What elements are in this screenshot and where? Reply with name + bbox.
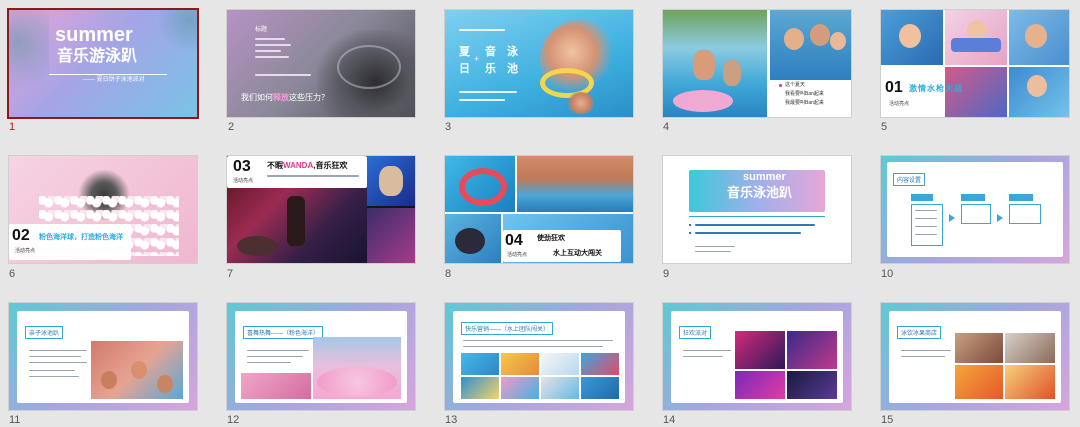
slide-3-char-2: 音: [485, 46, 496, 58]
slide-thumbnail-2[interactable]: 标题 我们如何释放这些压力？: [227, 10, 415, 117]
slide-1-subtitle: 音乐游泳趴: [57, 48, 138, 65]
slide-thumbnail-9[interactable]: summer 音乐泳池趴: [663, 156, 851, 263]
slide-4-photo-right: [770, 10, 851, 80]
slide-7-sub: 活动亮点: [233, 178, 254, 184]
slide-3-char-1: 夏: [459, 46, 470, 58]
slide-number-9: 9: [663, 268, 670, 280]
slide-8-title: 使劲狂欢: [537, 235, 565, 242]
slide-sorter: summer 音乐游泳趴 —— 夏日饼子泳池派对 1 标题 我们如何释放这些压力…: [0, 0, 1080, 427]
slide-thumbnail-5[interactable]: 01 激情水枪大战 活动亮点: [881, 10, 1069, 117]
slide-3-char-4: 日: [459, 63, 470, 75]
slide-5-title: 激情水枪大战: [909, 84, 963, 93]
slide-7-index: 03: [233, 158, 251, 175]
slide-7-title-suffix: ,音乐狂欢: [313, 161, 348, 170]
slide-2-question-highlight: 释放: [273, 93, 289, 102]
slide-thumbnail-6[interactable]: 02 粉色海洋球，打造粉色海洋 活动亮点: [9, 156, 197, 263]
slide-number-8: 8: [445, 268, 452, 280]
slide-thumbnail-7[interactable]: 03 不暇WANDA,音乐狂欢 活动亮点: [227, 156, 415, 263]
slide-4-caption-1: 这个夏天: [785, 82, 806, 88]
slide-1-title: summer: [55, 24, 133, 46]
slide-4-photo-left: [663, 10, 767, 117]
slide-3-char-5: 乐: [485, 63, 496, 75]
slide-6-index: 02: [12, 227, 30, 244]
slide-15-tag: 泳饮冰果商店: [897, 326, 942, 339]
slide-thumbnail-8[interactable]: 04 使劲狂欢 活动亮点 水上互动大闯关: [445, 156, 633, 263]
slide-8-tagline: 水上互动大闯关: [553, 250, 602, 257]
slide-1-tagline: —— 夏日饼子泳池派对: [83, 77, 145, 83]
slide-number-2: 2: [228, 121, 235, 133]
slide-number-12: 12: [227, 414, 240, 426]
slide-9-title: summer: [743, 171, 786, 183]
slide-7-title-prefix: 不暇: [267, 161, 283, 170]
slide-11-tag: 亲子泳池趴: [25, 326, 64, 339]
slide-2-question-prefix: 我们如何: [241, 93, 273, 102]
slide-thumbnail-12[interactable]: 喜舞热舞——（粉色海洋）: [227, 303, 415, 410]
slide-number-11: 11: [9, 414, 21, 426]
slide-number-14: 14: [663, 414, 676, 426]
slide-thumbnail-4[interactable]: 这个夏天 我看要叫Ban起来 我最要叫Ban起来: [663, 10, 851, 117]
slide-thumbnail-15[interactable]: 泳饮冰果商店: [881, 303, 1069, 410]
slide-13-tag: 快乐营销——（水上团队闯关）: [461, 322, 554, 335]
slide-number-7: 7: [227, 268, 234, 280]
slide-10-tag: 内容设置: [893, 173, 926, 186]
slide-number-15: 15: [881, 414, 894, 426]
slide-thumbnail-10[interactable]: 内容设置: [881, 156, 1069, 263]
slide-number-5: 5: [881, 121, 888, 133]
slide-8-index: 04: [505, 232, 523, 249]
slide-number-10: 10: [881, 268, 894, 280]
slide-14-tag: 狂欢派对: [679, 326, 712, 339]
slide-number-6: 6: [9, 268, 16, 280]
slide-thumbnail-3[interactable]: 夏 + 音 泳 日 乐 池: [445, 10, 633, 117]
slide-thumbnail-13[interactable]: 快乐营销——（水上团队闯关）: [445, 303, 633, 410]
slide-3-char-6: 池: [507, 63, 518, 75]
slide-9-subtitle: 音乐泳池趴: [727, 185, 793, 200]
slide-6-title: 粉色海洋球，打造粉色海洋: [39, 234, 123, 241]
slide-12-tag: 喜舞热舞——（粉色海洋）: [243, 326, 324, 339]
slide-5-index: 01: [885, 79, 903, 96]
slide-4-caption-2: 我看要叫Ban起来: [785, 91, 824, 97]
slide-number-4: 4: [663, 121, 670, 133]
slide-thumbnail-11[interactable]: 亲子泳池趴: [9, 303, 197, 410]
slide-2-small-title: 标题: [255, 27, 268, 33]
slide-3-char-3: 泳: [507, 46, 518, 58]
slide-number-13: 13: [445, 414, 458, 426]
slide-thumbnail-1[interactable]: summer 音乐游泳趴 —— 夏日饼子泳池派对: [9, 10, 197, 117]
slide-5-sub: 活动亮点: [889, 101, 910, 107]
slide-2-question-suffix: 这些压力？: [289, 93, 329, 102]
slide-7-title-highlight: WANDA: [283, 161, 314, 170]
slide-8-sub: 活动亮点: [507, 252, 528, 258]
slide-3-plus: +: [474, 54, 480, 64]
slide-thumbnail-14[interactable]: 狂欢派对: [663, 303, 851, 410]
slide-6-sub: 活动亮点: [15, 248, 36, 254]
slide-number-1: 1: [9, 121, 16, 133]
slide-4-caption-3: 我最要叫Ban起来: [785, 100, 824, 106]
slide-number-3: 3: [445, 121, 452, 133]
